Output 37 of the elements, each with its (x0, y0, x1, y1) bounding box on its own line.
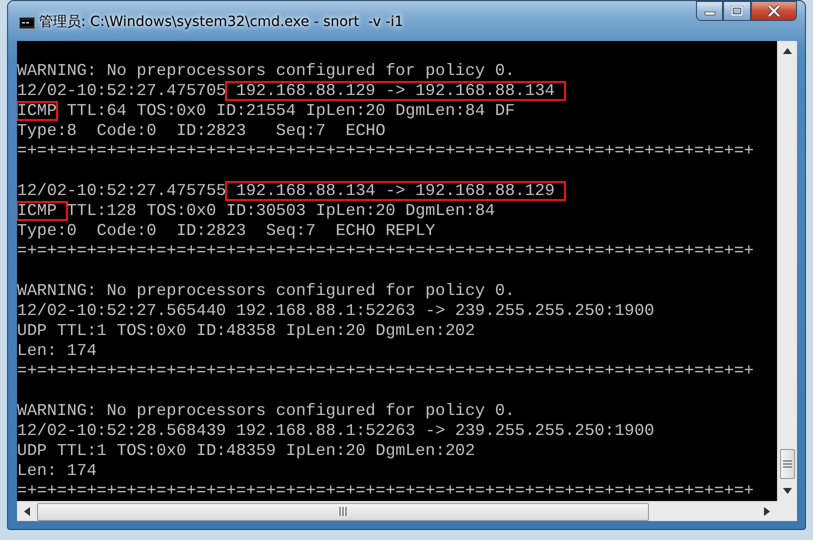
console-text: =+=+=+=+=+=+=+=+=+=+=+=+=+=+=+=+=+=+=+=+=+=+=+=+=+=+=+=+=+=+=+=+=+=+=+=+=+ (17, 242, 754, 260)
scroll-left-icon[interactable] (24, 507, 30, 516)
console-text: WARNING: No preprocessors configured for policy 0. (17, 282, 515, 300)
console-icon (19, 17, 35, 29)
console-text: 12/02-10:52:27.475705 (17, 82, 226, 100)
console-text: 12/02-10:52:27.475755 (17, 182, 226, 200)
highlighted-console-text: ICMP (17, 202, 67, 220)
console-text: =+=+=+=+=+=+=+=+=+=+=+=+=+=+=+=+=+=+=+=+=+=+=+=+=+=+=+=+=+=+=+=+=+=+=+=+=+ (17, 482, 754, 500)
vertical-scrollbar[interactable] (777, 41, 797, 501)
scroll-thumb[interactable] (780, 449, 795, 479)
console-text: 12/02-10:52:28.568439 192.168.88.1:52263 -> 239.255.255.250:1900 (17, 422, 654, 440)
scroll-thumb[interactable] (37, 502, 649, 520)
console-text: TTL:64 TOS:0x0 ID:21554 IpLen:20 DgmLen:84 DF (66, 102, 515, 120)
console-text: UDP TTL:1 TOS:0x0 ID:48359 IpLen:20 DgmLen:202 (17, 442, 476, 460)
maximize-icon (731, 6, 743, 16)
console-text: =+=+=+=+=+=+=+=+=+=+=+=+=+=+=+=+=+=+=+=+=+=+=+=+=+=+=+=+=+=+=+=+=+=+=+=+=+ (17, 142, 754, 160)
maximize-button[interactable] (723, 1, 751, 21)
close-button[interactable] (751, 1, 797, 21)
scroll-down-icon[interactable] (783, 488, 792, 494)
highlighted-console-text: ICMP (17, 102, 57, 120)
window-title: 管理员: C:\Windows\system32\cmd.exe - snort -v -i1 (39, 13, 404, 31)
console-text: WARNING: No preprocessors configured for policy 0. (17, 62, 515, 80)
horizontal-scrollbar[interactable] (17, 501, 777, 521)
console-text: Len: 174 (17, 462, 97, 480)
console-text: UDP TTL:1 TOS:0x0 ID:48358 IpLen:20 DgmLen:202 (17, 322, 476, 340)
close-icon (767, 5, 781, 17)
minimize-button[interactable] (696, 1, 723, 21)
console-text: Type:8 Code:0 ID:2823 Seq:7 ECHO (17, 122, 386, 140)
highlighted-console-text: 192.168.88.134 -> 192.168.88.129 (226, 182, 565, 200)
console-text: Type:0 Code:0 ID:2823 Seq:7 ECHO REPLY (17, 222, 436, 240)
console-text: Len: 174 (17, 342, 97, 360)
console-text: =+=+=+=+=+=+=+=+=+=+=+=+=+=+=+=+=+=+=+=+=+=+=+=+=+=+=+=+=+=+=+=+=+=+=+=+=+ (17, 362, 754, 380)
console-text: 12/02-10:52:27.565440 192.168.88.1:52263 -> 239.255.255.250:1900 (17, 302, 654, 320)
scroll-up-icon[interactable] (783, 48, 792, 54)
console-text: WARNING: No preprocessors configured for policy 0. (17, 402, 515, 420)
scroll-right-icon[interactable] (764, 507, 770, 516)
highlighted-console-text: 192.168.88.129 -> 192.168.88.134 (226, 82, 565, 100)
